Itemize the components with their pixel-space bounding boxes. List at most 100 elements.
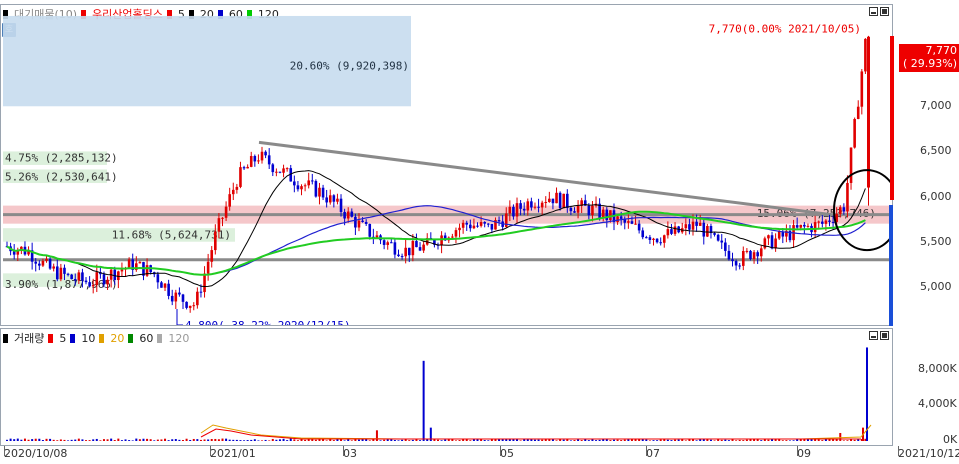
volume-bar	[9, 438, 12, 441]
candle-body	[641, 230, 645, 238]
high-price-label: 7,770(0.00% 2021/10/05)	[709, 23, 861, 36]
candle-body	[451, 236, 454, 238]
volume-bar	[469, 440, 472, 441]
candle-body	[95, 272, 99, 286]
candle-body	[648, 237, 652, 240]
candle-body	[88, 282, 91, 287]
low-price-pointer	[176, 308, 183, 325]
volume-bar	[842, 440, 845, 441]
candle-body	[106, 279, 109, 285]
volume-bar	[325, 440, 328, 441]
volume-bar	[257, 440, 260, 441]
candle-body	[45, 258, 48, 261]
candle-body	[461, 222, 465, 228]
candle-body	[573, 211, 576, 213]
volume-bar	[156, 439, 159, 441]
volume-bar	[38, 438, 41, 441]
current-change: ( 29.93%)	[902, 57, 957, 70]
candle-body	[156, 274, 160, 283]
volume-bar	[332, 440, 335, 441]
candle-body	[188, 305, 192, 308]
candle-body	[339, 198, 343, 212]
candle-body	[346, 211, 350, 219]
low-price-label: 4,800(-38.22% 2020/12/15)	[185, 319, 351, 325]
volume-bar	[598, 439, 601, 441]
volume-bar	[591, 439, 594, 441]
volume-bar	[178, 439, 181, 441]
candle-body	[390, 242, 393, 244]
volume-bar	[268, 440, 271, 441]
volume-bar	[189, 439, 192, 441]
volume-bar	[77, 438, 80, 441]
volume-bar	[595, 440, 598, 441]
volume-bar	[271, 438, 274, 441]
volume-chart-svg[interactable]	[1, 329, 892, 445]
volume-bar	[350, 440, 353, 441]
volume-bar	[533, 439, 536, 441]
candle-body	[332, 195, 336, 202]
candle-body	[440, 235, 443, 246]
volume-bar	[562, 439, 565, 441]
candle-body	[41, 260, 45, 266]
volume-bar	[555, 440, 558, 441]
candle-body	[756, 252, 759, 257]
candle-body	[522, 208, 526, 211]
price-chart-svg[interactable]: 20.60% (9,920,398) 4.75% (2,285,132) 5.26%…	[1, 5, 892, 325]
volume-axis-tick: 0K	[943, 433, 958, 446]
candle-body	[84, 280, 88, 283]
volume-bar	[724, 439, 727, 441]
trendline	[258, 140, 832, 217]
candle-body	[688, 224, 691, 230]
candle-body	[70, 274, 73, 280]
candle-body	[264, 151, 267, 156]
volume-bar	[16, 438, 19, 441]
volume-bar	[207, 439, 210, 441]
candle-body	[278, 171, 282, 173]
candle-body	[314, 181, 318, 197]
date-tick-mark	[646, 446, 647, 456]
volume-bar	[670, 440, 673, 441]
volume-bar	[293, 439, 296, 441]
volume-bar	[379, 440, 382, 441]
candle-body	[422, 244, 425, 251]
volume-bar	[537, 439, 540, 441]
candle-body	[745, 250, 749, 252]
candle-body	[777, 231, 781, 239]
candle-body	[210, 250, 214, 262]
candle-body	[846, 182, 849, 212]
volume-bar	[483, 440, 486, 441]
candle-body	[497, 220, 501, 222]
volume-bar	[110, 438, 113, 441]
candle-body	[113, 269, 117, 281]
volume-bar	[408, 440, 411, 441]
volume-bar	[74, 439, 77, 441]
volume-bar	[343, 440, 346, 441]
volume-bar	[738, 439, 741, 441]
candle-body	[397, 254, 400, 257]
volume-bar	[677, 439, 680, 441]
volume-bar	[656, 440, 659, 441]
volume-bar	[196, 439, 199, 441]
candle-body	[566, 193, 569, 208]
candle-body	[860, 71, 864, 107]
volume-bar	[476, 439, 479, 441]
volume-bar	[340, 439, 343, 441]
volume-bar	[652, 440, 655, 441]
candle-body	[296, 185, 300, 190]
volume-bar	[839, 432, 842, 441]
volume-bar	[422, 360, 425, 441]
candle-body	[645, 237, 648, 239]
candle-body	[361, 220, 364, 222]
candle-body	[253, 156, 257, 162]
candle-body	[59, 267, 63, 280]
volume-profile-label: 5.26% (2,530,641)	[5, 171, 118, 184]
volume-bar	[393, 440, 396, 441]
candle-body	[483, 222, 486, 224]
volume-bar	[92, 439, 95, 441]
candle-body	[533, 206, 537, 208]
volume-bar	[609, 440, 612, 441]
volume-bar	[419, 440, 422, 441]
candle-body	[813, 222, 817, 233]
volume-bar	[135, 438, 138, 441]
volume-bar	[530, 439, 533, 441]
